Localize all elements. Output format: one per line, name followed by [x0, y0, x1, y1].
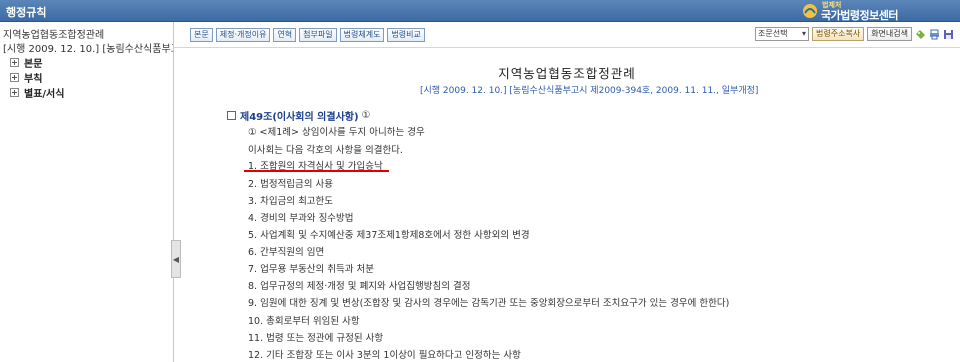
print-icon[interactable] [929, 29, 940, 40]
save-icon[interactable] [943, 29, 954, 40]
top-banner: 행정규칙 법제처 국가법령정보센터 [0, 0, 960, 22]
sidebar-item-forms[interactable]: 별표/서식 [10, 85, 64, 100]
article-item: 2. 법정적립금의 사용 [248, 179, 334, 190]
article-item: 8. 업무규정의 제정·개정 및 폐지와 사업집행방침의 결정 [248, 281, 471, 292]
article-item: 9. 임원에 대한 징계 및 변상(조합장 및 감사의 경우에는 감독기관 또는… [248, 298, 730, 309]
app-title: 행정규칙 [6, 6, 47, 19]
article-item: 7. 업무용 부동산의 취득과 처분 [248, 264, 375, 275]
sidebar-law-date: [시행 2009. 12. 10.] [농림수산식품부고시 [3, 44, 173, 55]
toolbar-button-group: 본문 제정·개정이유 연혁 첨부파일 법령체계도 법령비교 [190, 28, 425, 42]
favorite-icon[interactable] [915, 29, 926, 40]
article-paragraph-marker: ① [361, 110, 371, 121]
collapse-panel-button[interactable]: ◀ [171, 240, 181, 278]
collapse-icon: ◀ [172, 254, 180, 264]
sidebar: 지역농업협동조합정관례 [시행 2009. 12. 10.] [농림수산식품부고… [0, 22, 173, 362]
document-enforcement-info[interactable]: [시행 2009. 12. 10.] [농림수산식품부고시 제2009-394호… [420, 83, 758, 96]
sidebar-item-addenda[interactable]: 부칙 [10, 70, 64, 85]
site-logo[interactable]: 법제처 국가법령정보센터 [802, 1, 952, 22]
plus-icon[interactable] [10, 73, 19, 82]
sidebar-item-label: 별표/서식 [24, 89, 65, 100]
logo-title: 국가법령정보센터 [821, 9, 898, 22]
article-item: 6. 간부직원의 임면 [248, 247, 325, 258]
copy-law-address-button[interactable]: 법령주소복사 [812, 27, 865, 41]
toolbar-right: 조문선택 법령주소복사 화면내검색 [755, 27, 954, 41]
tab-law-structure[interactable]: 법령체계도 [339, 28, 385, 42]
logo-icon [803, 4, 817, 18]
toolbar: 본문 제정·개정이유 연혁 첨부파일 법령체계도 법령비교 조문선택 법령주소복… [174, 22, 960, 48]
article-checkbox[interactable] [227, 111, 236, 120]
article-title[interactable]: 제49조(이사회의 의결사항) [240, 108, 359, 123]
article-heading: 제49조(이사회의 의결사항) ① [227, 108, 371, 123]
article-select[interactable]: 조문선택 [755, 27, 810, 41]
sidebar-tree: 본문 부칙 별표/서식 [10, 55, 64, 100]
sidebar-item-label: 본문 [24, 59, 43, 70]
article-item: 3. 차입금의 최고한도 [248, 196, 334, 207]
plus-icon[interactable] [10, 58, 19, 67]
in-page-search-button[interactable]: 화면내검색 [867, 27, 912, 41]
tab-main-text[interactable]: 본문 [190, 28, 213, 42]
article-item: 12. 기타 조합장 또는 이사 3분의 1이상이 필요하다고 인정하는 사항 [248, 350, 521, 361]
tab-law-compare[interactable]: 법령비교 [387, 28, 425, 42]
article-item: 10. 총회로부터 위임된 사항 [248, 316, 360, 327]
article-item: 11. 법령 또는 정관에 규정된 사항 [248, 333, 384, 344]
highlight-underline [244, 170, 389, 172]
sidebar-law-title[interactable]: 지역농업협동조합정관례 [3, 26, 104, 41]
sidebar-item-label: 부칙 [24, 74, 43, 85]
article-line: 이사회는 다음 각호의 사항을 의결한다. [248, 145, 403, 156]
article-item: 5. 사업계획 및 수지예산중 제37조제1항제8호에서 정한 사항외의 변경 [248, 230, 530, 241]
tab-attachments[interactable]: 첨부파일 [299, 28, 337, 42]
plus-icon[interactable] [10, 88, 19, 97]
article-line: ① <제1례> 상임이사를 두지 아니하는 경우 [248, 127, 425, 138]
article-item: 4. 경비의 부과와 징수방법 [248, 213, 354, 224]
document-title: 지역농업협동조합정관례 [498, 66, 636, 81]
tab-history[interactable]: 연혁 [273, 28, 297, 42]
sidebar-item-main[interactable]: 본문 [10, 55, 64, 70]
tab-amendment-reason[interactable]: 제정·개정이유 [215, 28, 271, 42]
